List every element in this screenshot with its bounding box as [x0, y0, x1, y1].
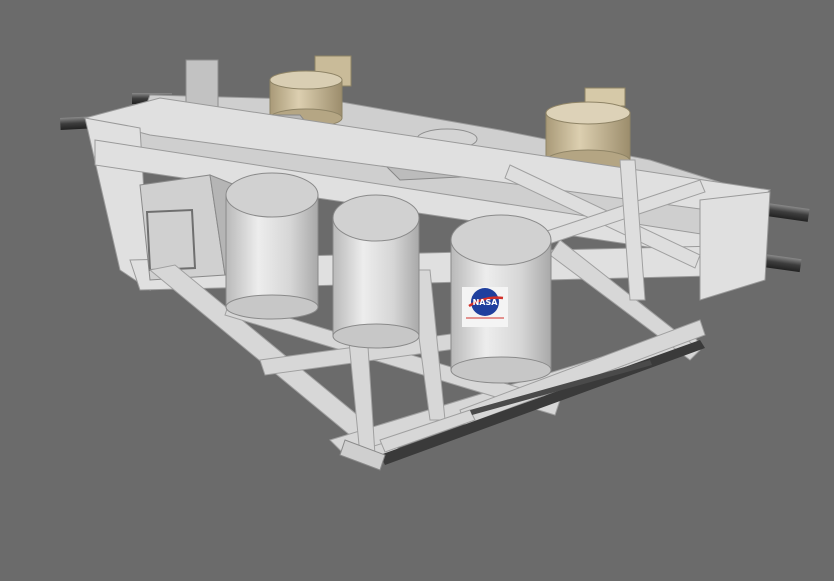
- storage-tank-1: [225, 172, 319, 320]
- left-box: [139, 174, 241, 281]
- nasa-logo: NASA: [462, 287, 508, 327]
- nasa-logo-text: NASA: [473, 298, 499, 307]
- storage-tank-3: NASA: [450, 214, 552, 384]
- truss-model: NASA: [60, 55, 810, 471]
- storage-tank-2: [332, 194, 420, 349]
- 3d-viewport[interactable]: NASA: [0, 0, 834, 577]
